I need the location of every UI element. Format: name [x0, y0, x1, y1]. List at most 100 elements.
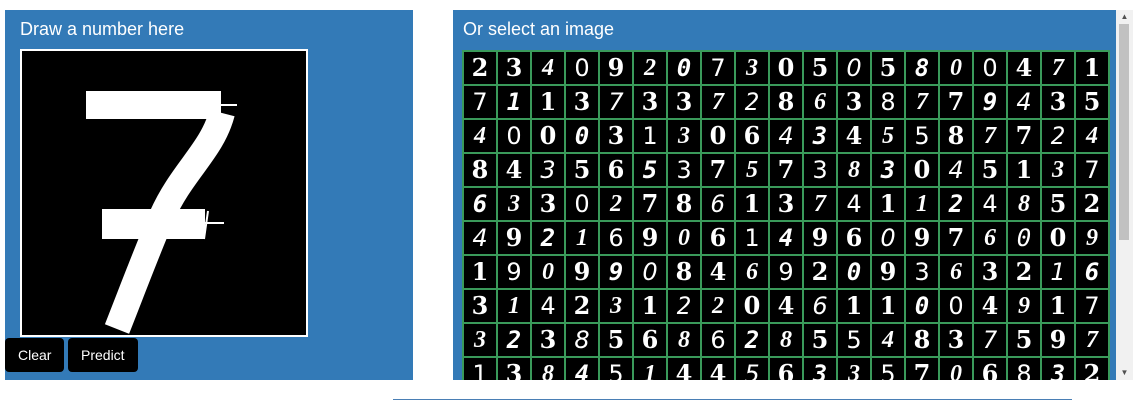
- digit-image-cell[interactable]: 4: [464, 222, 496, 254]
- digit-image-cell[interactable]: 0: [838, 256, 870, 288]
- digit-image-cell[interactable]: 3: [1042, 358, 1074, 380]
- digit-image-cell[interactable]: 2: [464, 52, 496, 84]
- digit-image-cell[interactable]: 0: [566, 52, 598, 84]
- digit-image-cell[interactable]: 5: [1042, 188, 1074, 220]
- digit-image-cell[interactable]: 9: [974, 86, 1006, 118]
- digit-image-cell[interactable]: 5: [974, 154, 1006, 186]
- digit-image-cell[interactable]: 4: [1008, 52, 1040, 84]
- digit-image-cell[interactable]: 1: [498, 290, 530, 322]
- digit-image-cell[interactable]: 7: [702, 154, 734, 186]
- digit-image-cell[interactable]: 8: [1008, 188, 1040, 220]
- digit-image-cell[interactable]: 5: [1076, 86, 1108, 118]
- digit-image-cell[interactable]: 2: [1008, 256, 1040, 288]
- digit-image-cell[interactable]: 4: [872, 324, 904, 356]
- digit-image-cell[interactable]: 5: [736, 358, 768, 380]
- digit-image-cell[interactable]: 3: [838, 86, 870, 118]
- digit-image-cell[interactable]: 3: [566, 86, 598, 118]
- digit-image-cell[interactable]: 7: [906, 86, 938, 118]
- digit-image-cell[interactable]: 1: [634, 120, 666, 152]
- digit-image-cell[interactable]: 9: [770, 256, 802, 288]
- digit-image-cell[interactable]: 7: [974, 324, 1006, 356]
- digit-image-cell[interactable]: 8: [464, 154, 496, 186]
- digit-image-cell[interactable]: 4: [770, 222, 802, 254]
- digit-image-cell[interactable]: 4: [1076, 120, 1108, 152]
- digit-image-cell[interactable]: 0: [736, 290, 768, 322]
- digit-image-cell[interactable]: 8: [532, 358, 564, 380]
- digit-image-cell[interactable]: 4: [702, 358, 734, 380]
- digit-image-cell[interactable]: 0: [1042, 222, 1074, 254]
- digit-image-cell[interactable]: 6: [838, 222, 870, 254]
- digit-image-cell[interactable]: 2: [634, 52, 666, 84]
- digit-image-cell[interactable]: 9: [634, 222, 666, 254]
- digit-image-cell[interactable]: 1: [906, 188, 938, 220]
- scroll-down-arrow-icon[interactable]: ▼: [1116, 366, 1133, 380]
- digit-image-cell[interactable]: 6: [974, 358, 1006, 380]
- digit-image-cell[interactable]: 0: [940, 290, 972, 322]
- digit-image-cell[interactable]: 3: [498, 358, 530, 380]
- digit-image-cell[interactable]: 0: [974, 52, 1006, 84]
- digit-image-cell[interactable]: 5: [600, 358, 632, 380]
- digit-image-cell[interactable]: 0: [872, 222, 904, 254]
- clear-button[interactable]: Clear: [5, 338, 65, 372]
- digit-image-cell[interactable]: 3: [736, 52, 768, 84]
- digit-image-cell[interactable]: 3: [668, 86, 700, 118]
- digit-image-cell[interactable]: 1: [736, 222, 768, 254]
- digit-image-cell[interactable]: 4: [532, 52, 564, 84]
- digit-image-cell[interactable]: 8: [1008, 358, 1040, 380]
- digit-image-cell[interactable]: 2: [804, 256, 836, 288]
- digit-image-cell[interactable]: 2: [600, 188, 632, 220]
- digit-image-cell[interactable]: 3: [906, 256, 938, 288]
- digit-image-cell[interactable]: 7: [1008, 120, 1040, 152]
- digit-image-cell[interactable]: 2: [940, 188, 972, 220]
- digit-image-cell[interactable]: 9: [804, 222, 836, 254]
- digit-image-cell[interactable]: 0: [634, 256, 666, 288]
- digit-image-cell[interactable]: 6: [464, 188, 496, 220]
- digit-image-cell[interactable]: 5: [872, 358, 904, 380]
- digit-image-cell[interactable]: 0: [838, 52, 870, 84]
- digit-image-cell[interactable]: 6: [600, 154, 632, 186]
- digit-image-cell[interactable]: 5: [804, 324, 836, 356]
- digit-image-cell[interactable]: 9: [600, 52, 632, 84]
- digit-image-cell[interactable]: 7: [1076, 154, 1108, 186]
- digit-image-cell[interactable]: 2: [566, 290, 598, 322]
- digit-image-cell[interactable]: 4: [770, 290, 802, 322]
- digit-image-cell[interactable]: 2: [736, 86, 768, 118]
- digit-image-cell[interactable]: 4: [702, 256, 734, 288]
- digit-image-cell[interactable]: 7: [770, 154, 802, 186]
- digit-image-cell[interactable]: 1: [1042, 290, 1074, 322]
- digit-image-cell[interactable]: 5: [838, 324, 870, 356]
- digit-image-cell[interactable]: 1: [634, 290, 666, 322]
- digit-image-cell[interactable]: 3: [1042, 154, 1074, 186]
- digit-image-cell[interactable]: 0: [940, 52, 972, 84]
- digit-image-cell[interactable]: 0: [1008, 222, 1040, 254]
- digit-image-cell[interactable]: 8: [872, 86, 904, 118]
- digit-image-cell[interactable]: 2: [1042, 120, 1074, 152]
- digit-image-cell[interactable]: 1: [1008, 154, 1040, 186]
- digit-image-cell[interactable]: 1: [464, 358, 496, 380]
- digit-image-cell[interactable]: 5: [906, 120, 938, 152]
- digit-image-cell[interactable]: 2: [1076, 358, 1108, 380]
- digit-image-cell[interactable]: 3: [804, 154, 836, 186]
- digit-image-cell[interactable]: 7: [1076, 290, 1108, 322]
- digit-image-cell[interactable]: 3: [668, 154, 700, 186]
- digit-image-cell[interactable]: 8: [940, 120, 972, 152]
- digit-image-cell[interactable]: 8: [906, 324, 938, 356]
- digit-image-cell[interactable]: 5: [736, 154, 768, 186]
- digit-image-cell[interactable]: 1: [464, 256, 496, 288]
- digit-image-cell[interactable]: 7: [1042, 52, 1074, 84]
- digit-image-cell[interactable]: 3: [974, 256, 1006, 288]
- digit-image-cell[interactable]: 1: [1042, 256, 1074, 288]
- digit-image-cell[interactable]: 2: [498, 324, 530, 356]
- digit-image-cell[interactable]: 7: [702, 86, 734, 118]
- digit-image-cell[interactable]: 0: [566, 120, 598, 152]
- digit-image-cell[interactable]: 4: [532, 290, 564, 322]
- digit-image-cell[interactable]: 1: [1076, 52, 1108, 84]
- digit-image-cell[interactable]: 0: [906, 290, 938, 322]
- digit-image-cell[interactable]: 9: [498, 222, 530, 254]
- digit-image-cell[interactable]: 3: [464, 290, 496, 322]
- digit-image-cell[interactable]: 1: [872, 188, 904, 220]
- digit-image-cell[interactable]: 5: [600, 324, 632, 356]
- digit-image-cell[interactable]: 6: [702, 188, 734, 220]
- digit-image-cell[interactable]: 4: [1008, 86, 1040, 118]
- digit-image-cell[interactable]: 3: [940, 324, 972, 356]
